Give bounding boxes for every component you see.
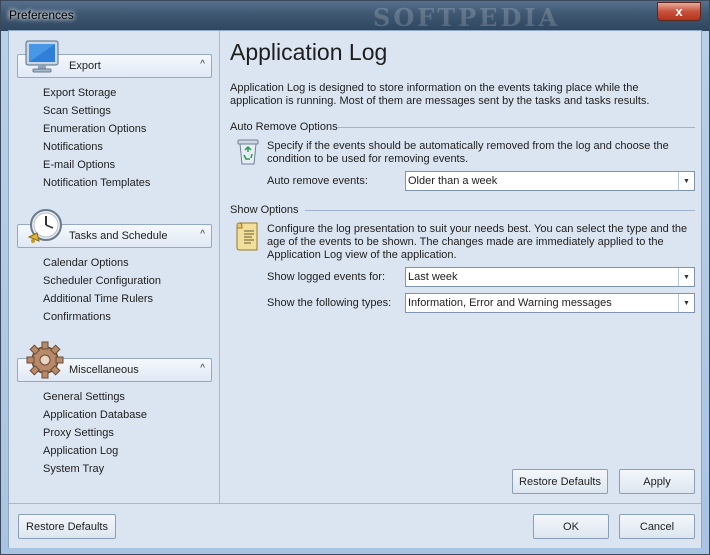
sidebar-item-application-log[interactable]: Application Log	[43, 445, 118, 457]
show-options-description: Configure the log presentation to suit y…	[267, 223, 688, 261]
sidebar-item-confirmations[interactable]: Confirmations	[43, 311, 111, 323]
section-divider	[337, 127, 695, 128]
chevron-down-icon[interactable]: ▼	[678, 268, 694, 286]
auto-remove-description: Specify if the events should be automati…	[267, 140, 669, 165]
sidebar-item-scheduler-configuration[interactable]: Scheduler Configuration	[43, 275, 161, 287]
auto-remove-label: Auto remove events:	[267, 175, 368, 187]
title-bar[interactable]: SOFTPEDIA Preferences x	[1, 1, 709, 32]
close-icon: x	[675, 4, 683, 19]
event-types-select[interactable]: Information, Error and Warning messages …	[405, 293, 695, 313]
restore-defaults-page-button[interactable]: Restore Defaults	[512, 469, 608, 494]
window-title: Preferences	[9, 8, 74, 22]
sidebar-item-export-storage[interactable]: Export Storage	[43, 87, 116, 99]
apply-button[interactable]: Apply	[619, 469, 695, 494]
chevron-up-icon[interactable]: ^	[200, 363, 205, 374]
cancel-button[interactable]: Cancel	[619, 514, 695, 539]
page-description: Application Log is designed to store inf…	[230, 82, 650, 107]
auto-remove-value: Older than a week	[408, 175, 498, 187]
event-types-label: Show the following types:	[267, 297, 392, 309]
content-panel: Application Log Application Log is desig…	[221, 31, 701, 503]
ok-button[interactable]: OK	[533, 514, 609, 539]
auto-remove-select[interactable]: Older than a week ▼	[405, 171, 695, 191]
group-label: Export	[69, 60, 101, 72]
close-button[interactable]: x	[657, 2, 701, 21]
restore-defaults-button[interactable]: Restore Defaults	[18, 514, 116, 539]
page-title: Application Log	[230, 39, 388, 65]
clock-icon	[27, 209, 62, 243]
section-divider	[305, 210, 695, 211]
sidebar-item-calendar-options[interactable]: Calendar Options	[43, 257, 129, 269]
dialog-footer: Restore Defaults OK Cancel	[9, 503, 701, 548]
logged-events-select[interactable]: Last week ▼	[405, 267, 695, 287]
sidebar-item-enumeration-options[interactable]: Enumeration Options	[43, 123, 146, 135]
client-area: Export ^ Export Storage Scan Settings En…	[8, 30, 702, 548]
section-title-show-options: Show Options	[230, 204, 299, 216]
chevron-up-icon[interactable]: ^	[200, 59, 205, 70]
sidebar-item-additional-time-rulers[interactable]: Additional Time Rulers	[43, 293, 153, 305]
logged-events-label: Show logged events for:	[267, 271, 386, 283]
log-scroll-icon	[236, 222, 258, 251]
sidebar-item-general-settings[interactable]: General Settings	[43, 391, 125, 403]
preferences-window: SOFTPEDIA Preferences x Export ^ Export …	[0, 0, 710, 555]
sidebar-item-scan-settings[interactable]: Scan Settings	[43, 105, 111, 117]
recycle-bin-icon	[237, 139, 259, 165]
sidebar-item-proxy-settings[interactable]: Proxy Settings	[43, 427, 114, 439]
sidebar-item-application-database[interactable]: Application Database	[43, 409, 147, 421]
group-label: Tasks and Schedule	[69, 230, 168, 242]
chevron-down-icon[interactable]: ▼	[678, 294, 694, 312]
event-types-value: Information, Error and Warning messages	[408, 297, 612, 309]
monitor-icon	[25, 40, 59, 73]
sidebar-item-notification-templates[interactable]: Notification Templates	[43, 177, 150, 189]
gear-icon	[26, 341, 64, 379]
sidebar: Export ^ Export Storage Scan Settings En…	[9, 31, 220, 503]
sidebar-item-email-options[interactable]: E-mail Options	[43, 159, 115, 171]
logged-events-value: Last week	[408, 271, 458, 283]
watermark: SOFTPEDIA	[373, 3, 561, 32]
sidebar-item-notifications[interactable]: Notifications	[43, 141, 103, 153]
group-label: Miscellaneous	[69, 364, 139, 376]
chevron-up-icon[interactable]: ^	[200, 229, 205, 240]
section-title-auto-remove: Auto Remove Options	[230, 121, 338, 133]
sidebar-item-system-tray[interactable]: System Tray	[43, 463, 104, 475]
chevron-down-icon[interactable]: ▼	[678, 172, 694, 190]
